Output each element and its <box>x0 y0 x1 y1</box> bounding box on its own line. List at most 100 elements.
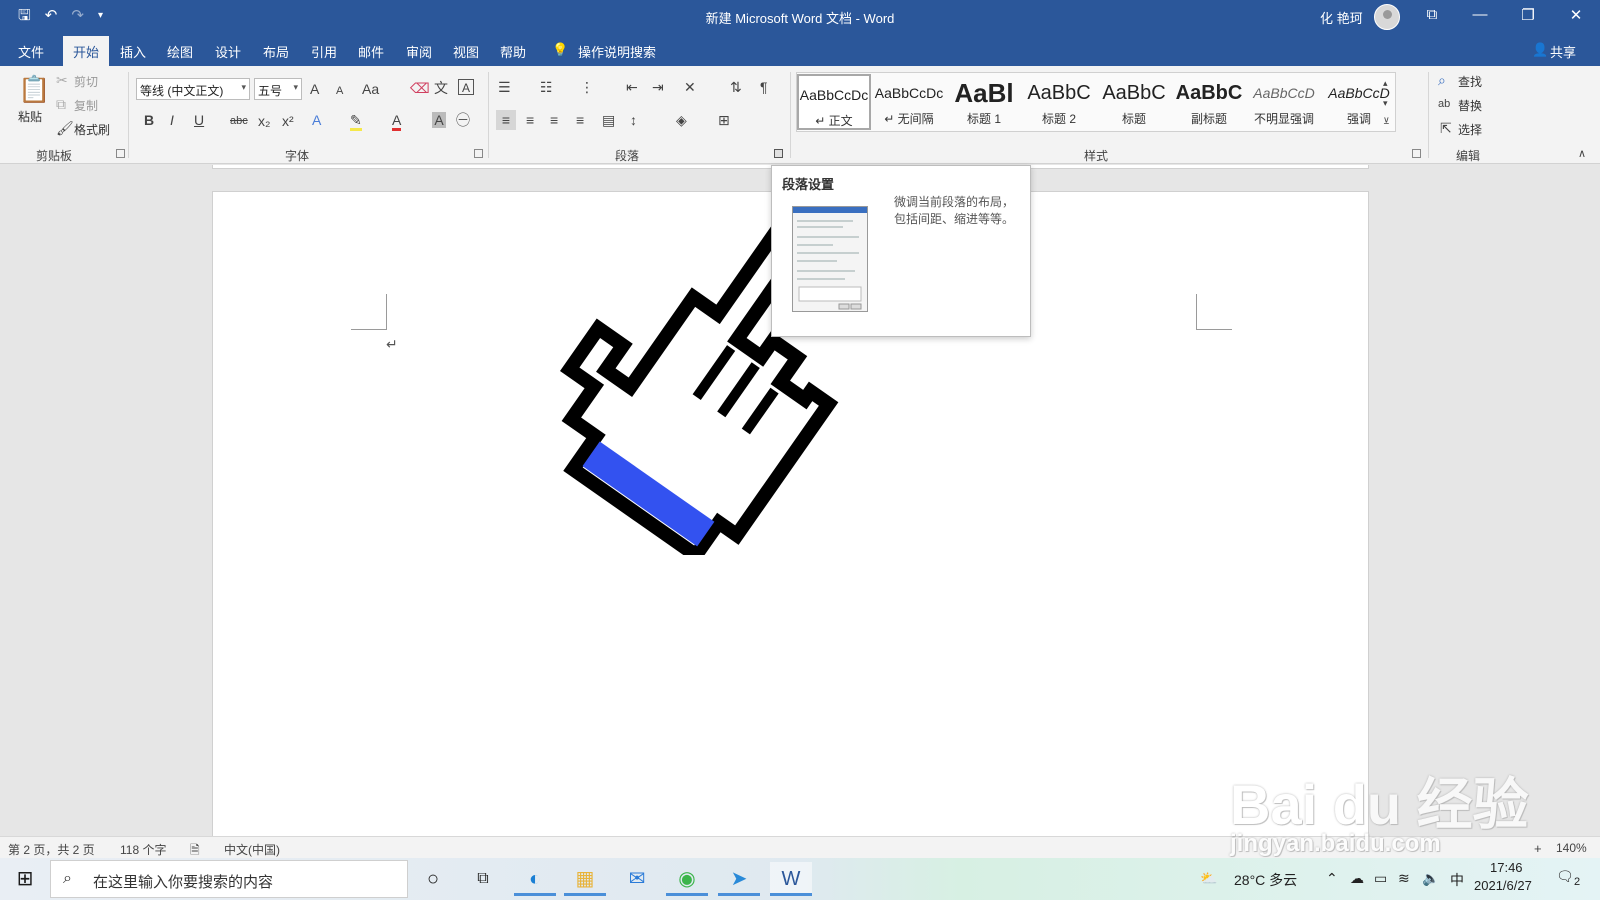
cut-button[interactable]: 剪切 <box>74 73 98 90</box>
restore-button[interactable]: ❐ <box>1516 6 1540 24</box>
user-name[interactable]: 化 艳珂 <box>1320 8 1363 27</box>
styles-launcher-icon[interactable] <box>1412 149 1421 158</box>
customize-qat-icon[interactable]: ▾ <box>98 7 103 25</box>
collapse-ribbon-icon[interactable]: ∧ <box>1578 146 1586 162</box>
copy-button[interactable]: 复制 <box>74 97 98 114</box>
text-effects-icon[interactable]: A <box>312 112 321 128</box>
clock-date[interactable]: 2021/6/27 <box>1474 878 1532 893</box>
bullets-icon[interactable]: ☰ <box>498 79 511 95</box>
tab-help[interactable]: 帮助 <box>500 42 526 61</box>
file-explorer-icon[interactable]: ▦ <box>564 862 606 896</box>
save-icon[interactable]: 🖫 <box>18 7 31 25</box>
tab-file[interactable]: 文件 <box>18 42 44 61</box>
styles-more-icon[interactable]: ⊻ <box>1383 113 1390 129</box>
style-title[interactable]: AaBbC 标题 <box>1097 74 1171 130</box>
avatar[interactable] <box>1374 4 1400 30</box>
format-painter-button[interactable]: 格式刷 <box>74 121 110 138</box>
font-color-icon[interactable]: A <box>392 112 402 131</box>
weather-text[interactable]: 28°C 多云 <box>1234 870 1297 890</box>
tab-review[interactable]: 审阅 <box>406 42 432 61</box>
subscript-icon[interactable]: x₂ <box>258 113 270 129</box>
shrink-font-icon[interactable]: A <box>336 83 343 99</box>
highlight-icon[interactable]: ✎ <box>350 112 362 131</box>
tab-design[interactable]: 设计 <box>215 42 241 61</box>
show-marks-icon[interactable]: ¶ <box>760 79 768 95</box>
distributed-icon[interactable]: ▤ <box>602 112 615 128</box>
strikethrough-icon[interactable]: abc <box>230 113 248 129</box>
align-left-icon[interactable]: ≡ <box>496 110 516 130</box>
chinese-layout-icon[interactable]: ✕ <box>684 79 696 95</box>
tab-draw[interactable]: 绘图 <box>167 42 193 61</box>
decrease-indent-icon[interactable]: ⇤ <box>626 79 638 95</box>
share-button[interactable]: 共享 <box>1550 42 1576 61</box>
paste-button[interactable]: 粘贴 <box>18 108 42 125</box>
shading-icon[interactable]: ◈ <box>676 112 687 128</box>
clock-time[interactable]: 17:46 <box>1490 860 1523 875</box>
italic-icon[interactable]: I <box>170 112 174 128</box>
edge-icon[interactable]: ◐ <box>514 862 556 896</box>
character-border-icon[interactable]: A <box>458 79 474 95</box>
style-subtitle[interactable]: AaBbC 副标题 <box>1172 74 1246 130</box>
styles-scroll-down-icon[interactable]: ▾ <box>1383 95 1388 111</box>
word-taskbar-icon[interactable]: W <box>770 862 812 896</box>
font-size-select[interactable]: 五号 ▾ <box>254 78 302 100</box>
select-icon[interactable]: ⇱ <box>1440 120 1452 136</box>
increase-indent-icon[interactable]: ⇥ <box>652 79 664 95</box>
find-icon[interactable]: ⌕ <box>1438 72 1446 88</box>
cortana-icon[interactable]: ○ <box>412 862 454 896</box>
battery-icon[interactable]: ▭ <box>1374 870 1387 887</box>
share-icon[interactable]: 👤 <box>1532 42 1548 58</box>
weather-icon[interactable]: ⛅ <box>1200 870 1217 887</box>
select-button[interactable]: 选择 <box>1458 121 1482 138</box>
find-button[interactable]: 查找 <box>1458 73 1482 90</box>
paste-icon[interactable]: 📋 <box>18 74 50 104</box>
enclose-characters-icon[interactable]: ㊀ <box>456 112 470 128</box>
change-case-icon[interactable]: Aa <box>362 81 379 97</box>
font-launcher-icon[interactable] <box>474 149 483 158</box>
borders-icon[interactable]: ⊞ <box>718 112 730 128</box>
paragraph-launcher-icon[interactable] <box>774 149 783 158</box>
chevron-up-icon[interactable]: ⌃ <box>1326 870 1338 887</box>
bold-icon[interactable]: B <box>144 112 154 128</box>
zoom-in-icon[interactable]: + <box>1534 841 1542 856</box>
tell-me-search[interactable]: 操作说明搜索 <box>578 42 656 61</box>
wifi-icon[interactable]: ≋ <box>1398 870 1410 887</box>
styles-scroll-up-icon[interactable]: ▴ <box>1383 75 1388 91</box>
underline-icon[interactable]: U <box>194 112 204 128</box>
taskbar-search-box[interactable]: ⌕ 在这里输入你要搜索的内容 <box>50 860 408 898</box>
grow-font-icon[interactable]: A <box>310 81 319 97</box>
minimize-button[interactable]: — <box>1468 6 1492 23</box>
tab-insert[interactable]: 插入 <box>120 42 146 61</box>
clear-formatting-icon[interactable]: ⌫ <box>410 80 430 96</box>
style-no-spacing[interactable]: AaBbCcDc ↵ 无间隔 <box>872 74 946 130</box>
replace-icon[interactable]: ab <box>1438 96 1450 112</box>
undo-icon[interactable]: ↶ <box>45 7 58 25</box>
mail-icon[interactable]: ✉ <box>616 862 658 896</box>
ribbon-display-options-icon[interactable]: ⧉ <box>1420 6 1444 23</box>
task-view-icon[interactable]: ⧉ <box>462 862 504 896</box>
style-heading-1[interactable]: AaBl 标题 1 <box>947 74 1021 130</box>
style-heading-2[interactable]: AaBbC 标题 2 <box>1022 74 1096 130</box>
cut-icon[interactable]: ✂ <box>56 72 68 88</box>
tab-layout[interactable]: 布局 <box>263 42 289 61</box>
page-count[interactable]: 第 2 页，共 2 页 <box>8 841 95 858</box>
onedrive-icon[interactable]: ☁ <box>1350 870 1364 887</box>
copy-icon[interactable]: ⧉ <box>56 96 66 112</box>
numbering-icon[interactable]: ☷ <box>540 79 553 95</box>
sort-icon[interactable]: ⇅ <box>730 79 742 95</box>
phonetic-guide-icon[interactable]: 文 <box>434 80 448 96</box>
align-center-icon[interactable]: ≡ <box>526 112 534 128</box>
tab-home[interactable]: 开始 <box>63 36 110 66</box>
superscript-icon[interactable]: x² <box>282 113 294 129</box>
close-button[interactable]: ✕ <box>1564 6 1588 24</box>
font-name-select[interactable]: 等线 (中文正文) ▾ <box>136 78 250 100</box>
replace-button[interactable]: 替换 <box>1458 97 1482 114</box>
word-count[interactable]: 118 个字 <box>120 841 166 858</box>
justify-icon[interactable]: ≡ <box>576 112 584 128</box>
format-painter-icon[interactable]: 🖌 <box>56 120 74 136</box>
style-subtle-emphasis[interactable]: AaBbCcD 不明显强调 <box>1247 74 1321 130</box>
tab-view[interactable]: 视图 <box>453 42 479 61</box>
tab-references[interactable]: 引用 <box>311 42 337 61</box>
align-right-icon[interactable]: ≡ <box>550 112 558 128</box>
character-shading-icon[interactable]: A <box>432 112 446 128</box>
